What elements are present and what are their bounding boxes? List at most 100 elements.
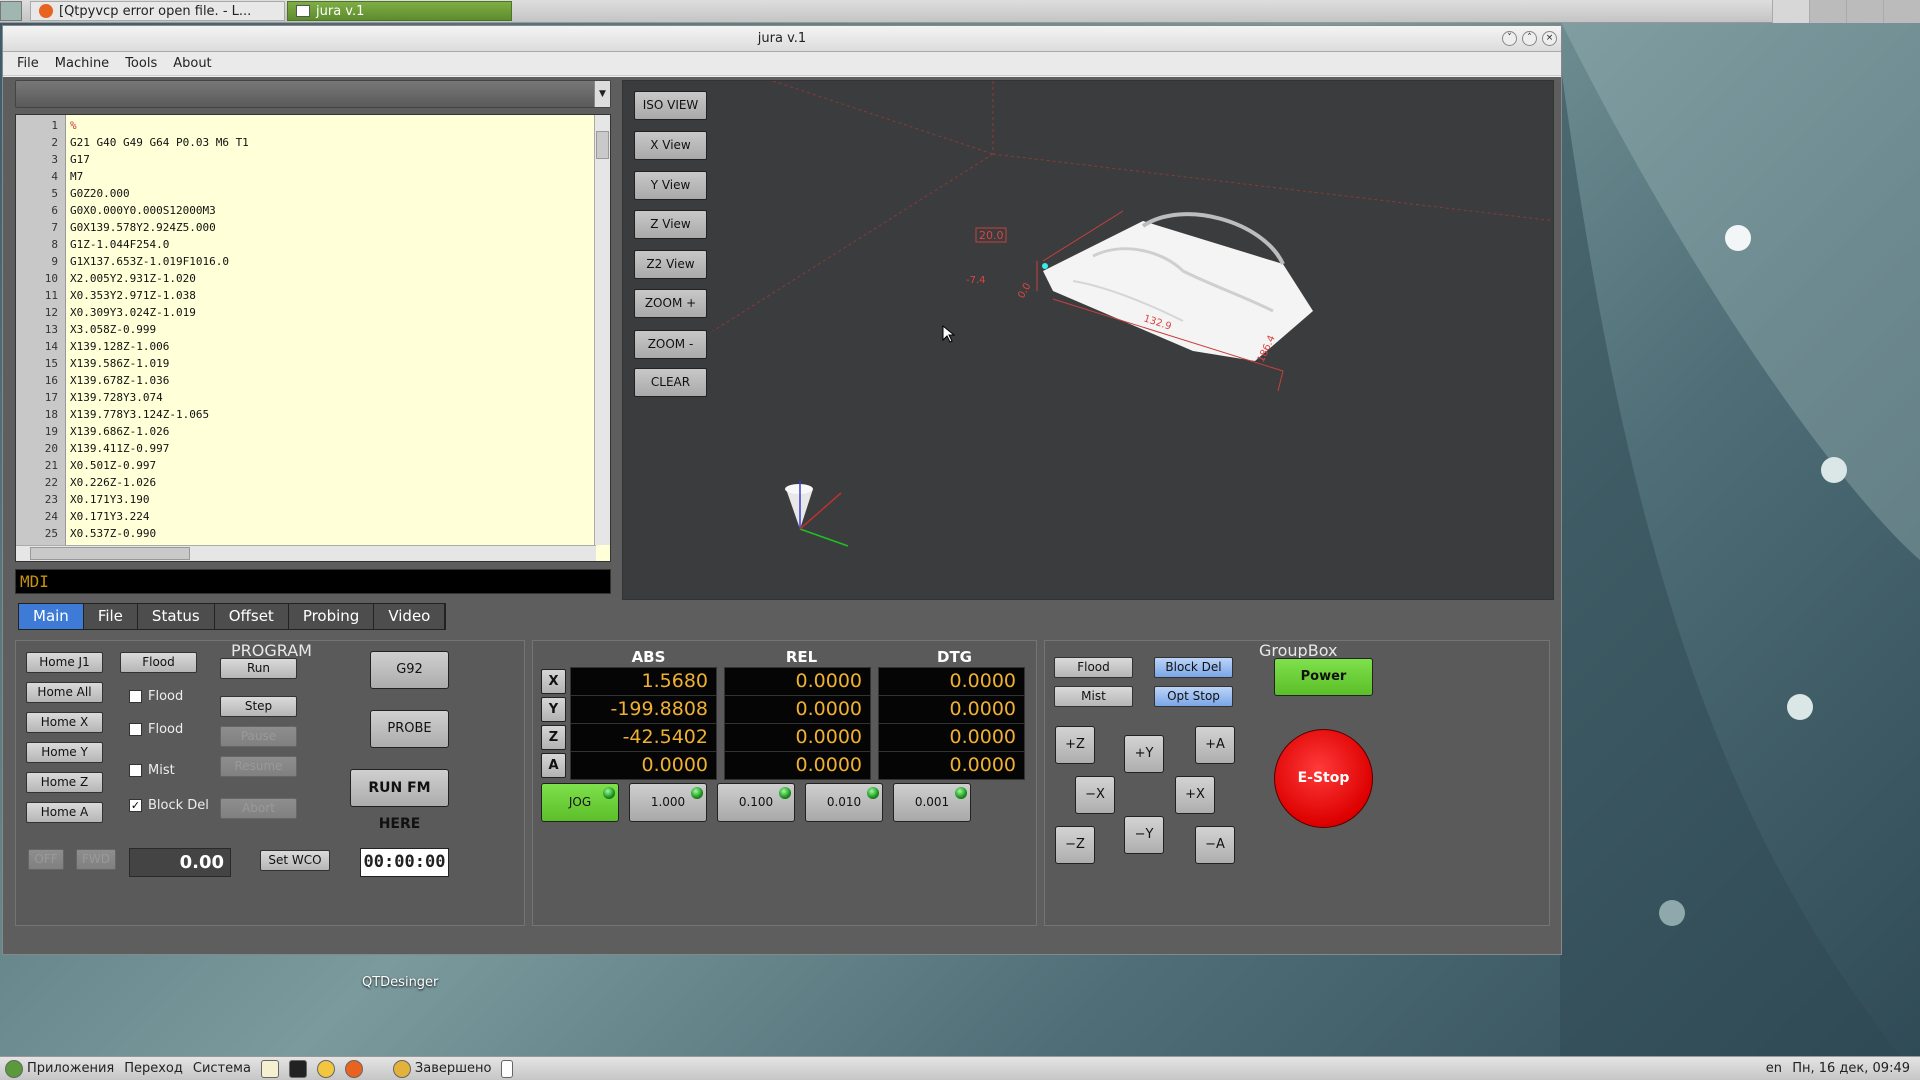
pause-button[interactable]: Pause: [220, 726, 297, 747]
scrollbar-thumb[interactable]: [30, 547, 190, 560]
gcode-line[interactable]: 17 X139.728Y3.074: [16, 389, 596, 406]
show-desktop-button[interactable]: [496, 1059, 518, 1078]
taskbar-item-error-page[interactable]: [Qtpyvcp error open file. - L...: [30, 1, 285, 21]
jog-minus-z-button[interactable]: −Z: [1055, 826, 1095, 864]
checkbox-box[interactable]: [129, 764, 142, 777]
gcode-line[interactable]: 10 X2.005Y2.931Z-1.020: [16, 270, 596, 287]
places-menu[interactable]: Переход: [119, 1061, 188, 1076]
workspace-3[interactable]: [1846, 0, 1883, 23]
mdi-input[interactable]: MDI: [15, 569, 611, 594]
iso-view-button[interactable]: ISO VIEW: [634, 91, 707, 120]
home-j1-button[interactable]: Home J1: [26, 652, 103, 673]
jog-minus-y-button[interactable]: −Y: [1124, 816, 1164, 854]
show-desktop-icon[interactable]: [0, 1, 22, 21]
gcode-line[interactable]: 25 X0.537Z-0.990: [16, 525, 596, 542]
z2-view-button[interactable]: Z2 View: [634, 250, 707, 279]
home-all-button[interactable]: Home All: [26, 682, 103, 703]
gcode-line[interactable]: 23 X0.171Y3.190: [16, 491, 596, 508]
jog-increment-button[interactable]: 1.000: [629, 783, 707, 822]
menu-tools[interactable]: Tools: [119, 54, 163, 73]
jog-plus-z-button[interactable]: +Z: [1055, 726, 1095, 764]
gcode-line[interactable]: 2 G21 G40 G49 G64 P0.03 M6 T1: [16, 134, 596, 151]
gcode-line[interactable]: 11 X0.353Y2.971Z-1.038: [16, 287, 596, 304]
axis-z-button[interactable]: Z: [541, 725, 566, 750]
gcode-line[interactable]: 19 X139.686Z-1.026: [16, 423, 596, 440]
tab-status[interactable]: Status: [137, 604, 215, 629]
mist-checkbox[interactable]: Mist: [129, 763, 175, 778]
gcode-line[interactable]: 7 G0X139.578Y2.924Z5.000: [16, 219, 596, 236]
file-select-combobox[interactable]: ▼: [15, 80, 611, 108]
tab-file[interactable]: File: [83, 604, 138, 629]
jog-mode-button[interactable]: JOG: [541, 783, 619, 822]
axis-a-button[interactable]: A: [541, 753, 566, 778]
gcode-line[interactable]: 20 X139.411Z-0.997: [16, 440, 596, 457]
gcode-line[interactable]: 16 X139.678Z-1.036: [16, 372, 596, 389]
gcode-line[interactable]: 13 X3.058Z-0.999: [16, 321, 596, 338]
gcode-line[interactable]: 8 G1Z-1.044F254.0: [16, 236, 596, 253]
maximize-icon[interactable]: ˄: [1522, 31, 1537, 46]
mist-toggle-button[interactable]: Mist: [1054, 686, 1133, 707]
jog-increment-button[interactable]: 0.100: [717, 783, 795, 822]
axis-y-button[interactable]: Y: [541, 697, 566, 722]
scrollbar-thumb[interactable]: [596, 131, 609, 159]
flood-checkbox[interactable]: Flood: [129, 689, 183, 704]
system-menu[interactable]: Система: [188, 1061, 256, 1076]
power-button[interactable]: Power: [1274, 658, 1373, 696]
gcode-line[interactable]: 12 X0.309Y3.024Z-1.019: [16, 304, 596, 321]
checkbox-box[interactable]: [129, 690, 142, 703]
flood-toggle-button[interactable]: Flood: [1054, 657, 1133, 678]
home-x-button[interactable]: Home X: [26, 712, 103, 733]
taskbar-item-jura[interactable]: jura v.1: [287, 1, 512, 21]
chevron-down-icon[interactable]: ▼: [594, 81, 610, 107]
clock[interactable]: Пн, 16 дек, 09:49: [1792, 1061, 1910, 1076]
tab-video[interactable]: Video: [374, 604, 446, 629]
gcode-line[interactable]: 24 X0.171Y3.224: [16, 508, 596, 525]
flood-checkbox-2[interactable]: Flood: [129, 722, 183, 737]
gcode-line[interactable]: 5 G0Z20.000: [16, 185, 596, 202]
jog-minus-x-button[interactable]: −X: [1075, 776, 1115, 814]
jog-increment-button[interactable]: 0.001: [893, 783, 971, 822]
home-z-button[interactable]: Home Z: [26, 772, 103, 793]
gcode-line[interactable]: 3 G17: [16, 151, 596, 168]
checkbox-box[interactable]: [129, 723, 142, 736]
tab-probing[interactable]: Probing: [288, 604, 375, 629]
block-del-checkbox[interactable]: ✓ Block Del: [129, 798, 209, 813]
tux-launcher[interactable]: [312, 1059, 340, 1078]
y-view-button[interactable]: Y View: [634, 171, 707, 200]
menu-file[interactable]: File: [11, 54, 45, 73]
probe-button[interactable]: PROBE: [370, 710, 449, 748]
desktop-icon-label[interactable]: QTDesinger: [362, 975, 438, 990]
z-view-button[interactable]: Z View: [634, 210, 707, 239]
abort-button[interactable]: Abort: [220, 798, 297, 819]
gcode-3d-viewer[interactable]: ISO VIEW X View Y View Z View Z2 View ZO…: [622, 80, 1554, 600]
workspace-1[interactable]: [1772, 0, 1809, 23]
jog-plus-x-button[interactable]: +X: [1175, 776, 1215, 814]
run-button[interactable]: Run: [220, 658, 297, 679]
jog-plus-a-button[interactable]: +A: [1195, 726, 1235, 764]
spindle-off-button[interactable]: OFF: [28, 849, 64, 870]
finished-task-item[interactable]: Завершено: [388, 1059, 497, 1078]
gcode-line[interactable]: 6 G0X0.000Y0.000S12000M3: [16, 202, 596, 219]
workspace-switcher[interactable]: [1772, 0, 1920, 23]
opt-stop-toggle-button[interactable]: Opt Stop: [1154, 686, 1233, 707]
keyboard-layout-indicator[interactable]: en: [1766, 1061, 1782, 1076]
gcode-line[interactable]: 18 X139.778Y3.124Z-1.065: [16, 406, 596, 423]
home-a-button[interactable]: Home A: [26, 802, 103, 823]
e-stop-button[interactable]: E-Stop: [1274, 729, 1373, 828]
spindle-fwd-button[interactable]: FWD: [76, 849, 116, 870]
flood-button[interactable]: Flood: [120, 652, 197, 673]
block-del-toggle-button[interactable]: Block Del: [1154, 657, 1233, 678]
clear-button[interactable]: CLEAR: [634, 368, 707, 397]
set-wco-button[interactable]: Set WCO: [260, 850, 330, 871]
workspace-4[interactable]: [1883, 0, 1920, 23]
firefox-launcher[interactable]: [340, 1059, 368, 1078]
gcode-editor[interactable]: 1% 2 G21 G40 G49 G64 P0.03 M6 T1 3 G17 4 M7 5 G0…: [15, 114, 611, 562]
gcode-line[interactable]: 22 X0.226Z-1.026: [16, 474, 596, 491]
close-icon[interactable]: ×: [1542, 31, 1557, 46]
applications-menu[interactable]: Приложения: [0, 1059, 119, 1078]
home-y-button[interactable]: Home Y: [26, 742, 103, 763]
zoom-in-button[interactable]: ZOOM +: [634, 289, 707, 318]
window-titlebar[interactable]: jura v.1 ˅ ˄ ×: [3, 26, 1561, 52]
menu-about[interactable]: About: [167, 54, 217, 73]
run-from-here-button[interactable]: RUN FM HERE: [350, 769, 449, 832]
